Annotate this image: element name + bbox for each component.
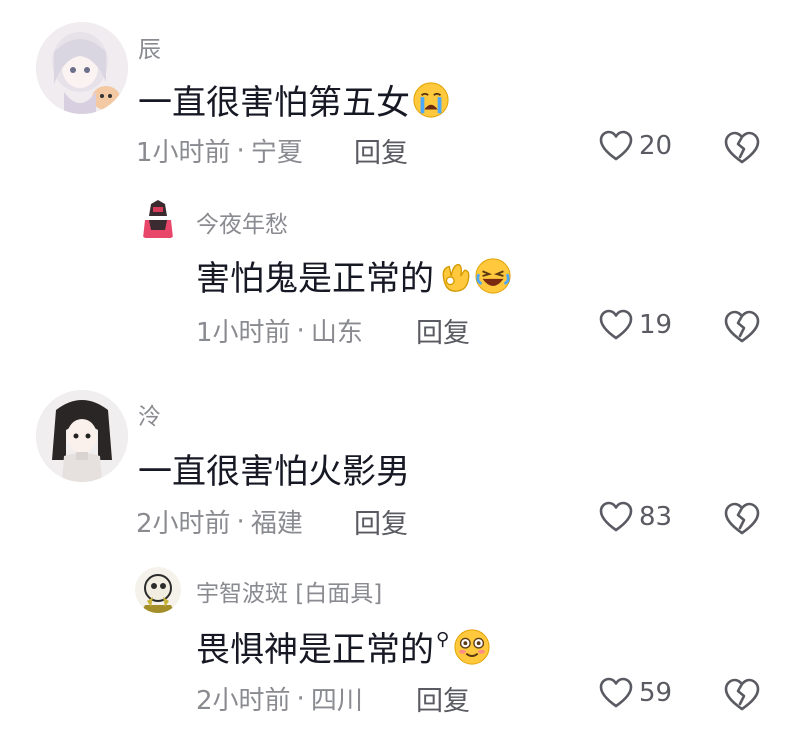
comment-text: 一直很害怕火影男 bbox=[138, 444, 410, 493]
dislike-button[interactable] bbox=[724, 310, 760, 344]
dislike-button[interactable] bbox=[724, 678, 760, 712]
avatar[interactable] bbox=[135, 196, 181, 242]
separator-dot: · bbox=[296, 683, 305, 714]
comment-text: 畏惧神是正常的 ⚲ bbox=[196, 622, 491, 671]
timestamp: 1小时前 bbox=[196, 318, 291, 348]
separator-dot: · bbox=[236, 135, 245, 166]
heart-icon bbox=[599, 130, 633, 161]
comment-text-body: 一直很害怕第五女 bbox=[138, 83, 410, 123]
username[interactable]: 泠 bbox=[138, 397, 161, 431]
comment-meta: 2小时前 · 福建 bbox=[136, 503, 303, 540]
location: 四川 bbox=[310, 686, 363, 716]
separator-dot: · bbox=[296, 315, 305, 346]
username[interactable]: 宇智波斑 [白面具] bbox=[196, 574, 382, 608]
crying-face-emoji bbox=[412, 81, 450, 119]
dislike-button[interactable] bbox=[724, 131, 760, 165]
ok-hand-emoji bbox=[436, 257, 474, 295]
broken-heart-icon bbox=[724, 678, 760, 711]
comment-meta: 1小时前 · 宁夏 bbox=[136, 132, 303, 169]
reply-button[interactable]: 回复 bbox=[416, 679, 470, 718]
heart-icon bbox=[599, 309, 633, 340]
location: 山东 bbox=[310, 318, 363, 348]
like-count: 20 bbox=[639, 131, 673, 161]
comment-text-body: 害怕鬼是正常的 bbox=[196, 259, 434, 299]
dislike-button[interactable] bbox=[724, 502, 760, 536]
like-button[interactable]: 83 bbox=[599, 501, 672, 533]
username[interactable]: 辰 bbox=[138, 30, 161, 64]
comment-text: 害怕鬼是正常的 bbox=[196, 251, 512, 300]
laughing-face-emoji bbox=[474, 257, 512, 295]
comment-meta: 1小时前 · 山东 bbox=[196, 312, 363, 349]
timestamp: 2小时前 bbox=[196, 686, 291, 716]
separator-dot: · bbox=[236, 506, 245, 537]
like-button[interactable]: 20 bbox=[599, 130, 672, 162]
like-count: 19 bbox=[639, 310, 673, 340]
reply-button[interactable]: 回复 bbox=[416, 311, 470, 350]
reply-button[interactable]: 回复 bbox=[354, 502, 408, 541]
like-button[interactable]: 59 bbox=[599, 677, 672, 709]
comment-meta: 2小时前 · 四川 bbox=[196, 680, 363, 717]
location: 福建 bbox=[250, 509, 303, 539]
broken-heart-icon bbox=[724, 131, 760, 164]
timestamp: 2小时前 bbox=[136, 509, 231, 539]
location: 宁夏 bbox=[250, 138, 303, 168]
avatar[interactable] bbox=[135, 567, 181, 613]
search-icon[interactable]: ⚲ bbox=[436, 629, 449, 650]
username[interactable]: 今夜年愁 bbox=[196, 205, 288, 239]
avatar[interactable] bbox=[36, 22, 128, 114]
reply-button[interactable]: 回复 bbox=[354, 131, 408, 170]
like-count: 83 bbox=[639, 502, 673, 532]
avatar[interactable] bbox=[36, 390, 128, 482]
comment-text: 一直很害怕第五女 bbox=[138, 75, 450, 124]
like-button[interactable]: 19 bbox=[599, 309, 672, 341]
comment-text-body: 一直很害怕火影男 bbox=[138, 452, 410, 492]
timestamp: 1小时前 bbox=[136, 138, 231, 168]
smiling-face-emoji bbox=[453, 628, 491, 666]
heart-icon bbox=[599, 501, 633, 532]
broken-heart-icon bbox=[724, 310, 760, 343]
comment-text-body: 畏惧神是正常的 bbox=[196, 630, 434, 670]
like-count: 59 bbox=[639, 678, 673, 708]
heart-icon bbox=[599, 677, 633, 708]
broken-heart-icon bbox=[724, 502, 760, 535]
